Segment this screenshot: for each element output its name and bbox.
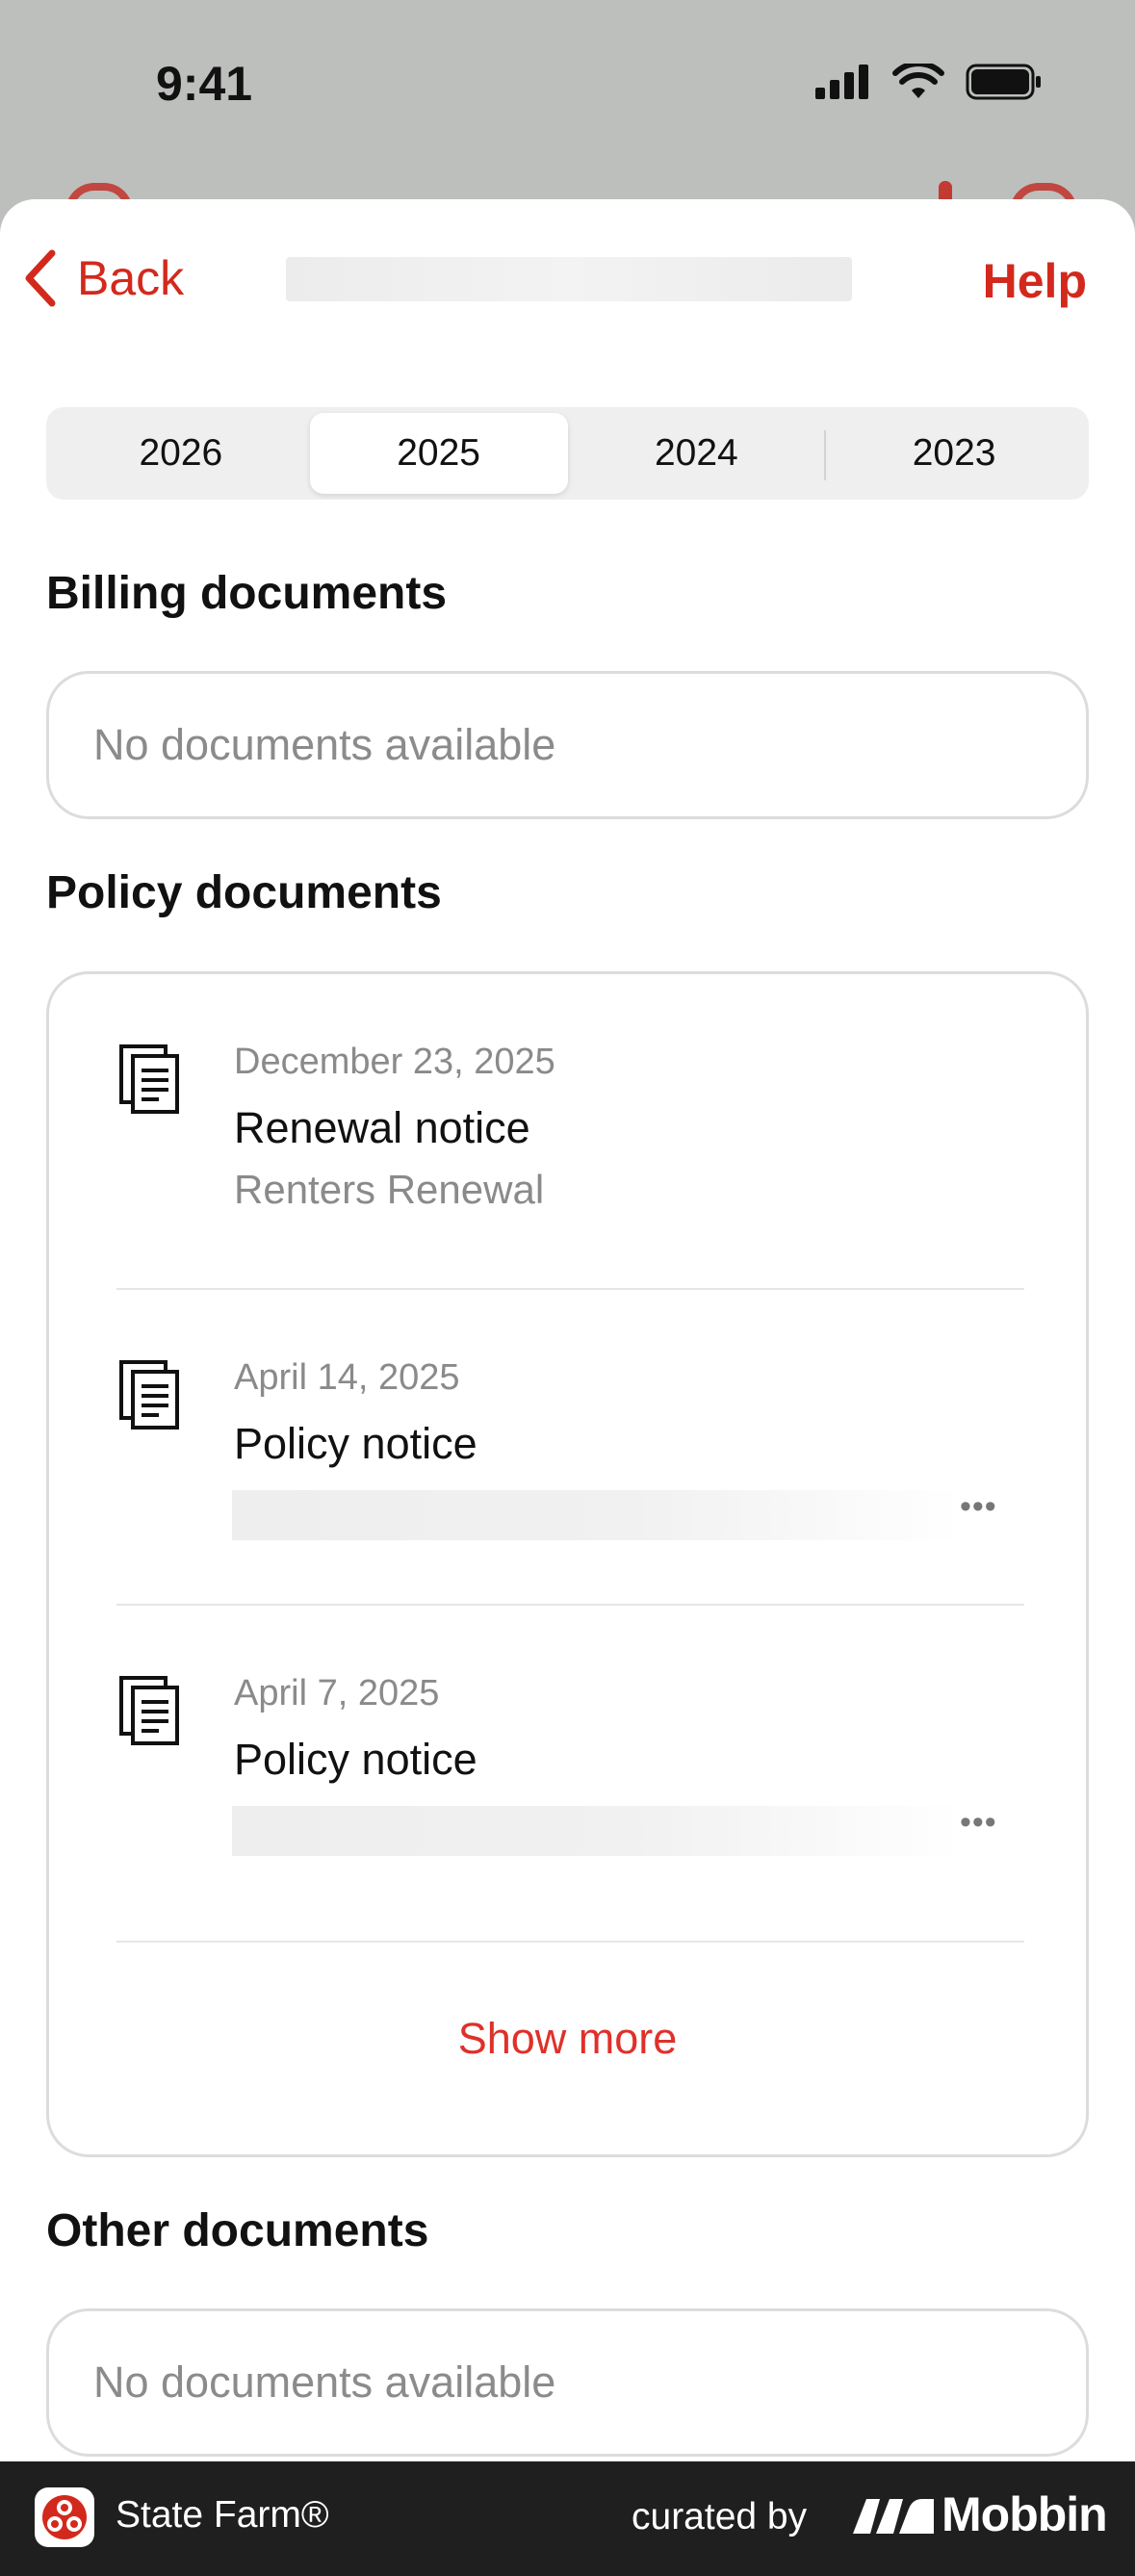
attribution-bar: State Farm® curated by Mobbin: [0, 2461, 1135, 2576]
back-label: Back: [77, 251, 185, 305]
document-title: Renewal notice: [234, 1103, 530, 1152]
battery-icon: [966, 64, 1041, 100]
policy-documents-card: December 23, 2025 Renewal notice Renters…: [46, 971, 1089, 2157]
document-icon: [119, 1044, 179, 1114]
documents-sheet: Back Help 2026 2025 2024 2023 Billing do…: [0, 199, 1135, 2461]
curated-by-label: curated by: [632, 2496, 808, 2537]
list-divider: [116, 1941, 1024, 1943]
wifi-icon: [892, 64, 944, 98]
status-time: 9:41: [156, 57, 253, 111]
signal-icon: [815, 64, 868, 99]
segment-2026[interactable]: 2026: [52, 413, 310, 494]
policy-documents-title: Policy documents: [46, 867, 442, 918]
mobbin-mark-icon: [853, 2499, 934, 2534]
ellipsis-icon: •••: [960, 1488, 997, 1525]
segment-label: 2023: [912, 432, 996, 474]
billing-documents-title: Billing documents: [46, 568, 448, 619]
document-date: April 7, 2025: [234, 1673, 440, 1713]
document-subtitle-redacted: [232, 1490, 964, 1540]
billing-empty-state: No documents available: [46, 671, 1089, 819]
state-farm-logo-icon: [35, 2487, 94, 2547]
other-empty-state: No documents available: [46, 2308, 1089, 2457]
mobbin-wordmark: Mobbin: [942, 2487, 1108, 2541]
nav-bar: Back Help: [0, 199, 1135, 363]
help-link[interactable]: Help: [983, 253, 1087, 309]
document-title: Policy notice: [234, 1419, 477, 1468]
other-documents-title: Other documents: [46, 2205, 429, 2256]
document-date: April 14, 2025: [234, 1357, 460, 1398]
status-icons: [815, 64, 1043, 100]
document-subtitle-redacted: [232, 1806, 964, 1856]
nav-title-redacted: [286, 257, 852, 301]
mobbin-logo: Mobbin: [853, 2486, 1108, 2542]
segment-2024[interactable]: 2024: [568, 413, 827, 494]
brand-name: State Farm®: [116, 2494, 329, 2536]
segment-label: 2025: [397, 432, 480, 474]
segment-label: 2026: [139, 432, 223, 474]
document-date: December 23, 2025: [234, 1042, 555, 1082]
ellipsis-icon: •••: [960, 1804, 997, 1841]
document-title: Policy notice: [234, 1735, 477, 1784]
segment-2023[interactable]: 2023: [825, 413, 1083, 494]
document-subtitle: Renters Renewal: [234, 1167, 545, 1212]
document-item[interactable]: April 7, 2025 Policy notice •••: [49, 1606, 1086, 1921]
document-icon: [119, 1360, 179, 1430]
chevron-left-icon: [25, 249, 56, 307]
back-button[interactable]: Back: [21, 249, 184, 307]
segment-2025[interactable]: 2025: [309, 413, 568, 494]
document-icon: [119, 1676, 179, 1745]
show-more-button[interactable]: Show more: [49, 2014, 1086, 2064]
segment-label: 2024: [654, 432, 738, 474]
document-item[interactable]: April 14, 2025 Policy notice •••: [49, 1290, 1086, 1606]
year-segmented-control: 2026 2025 2024 2023: [46, 407, 1089, 500]
document-item[interactable]: December 23, 2025 Renewal notice Renters…: [49, 974, 1086, 1290]
status-bar: 9:41: [0, 0, 1135, 212]
